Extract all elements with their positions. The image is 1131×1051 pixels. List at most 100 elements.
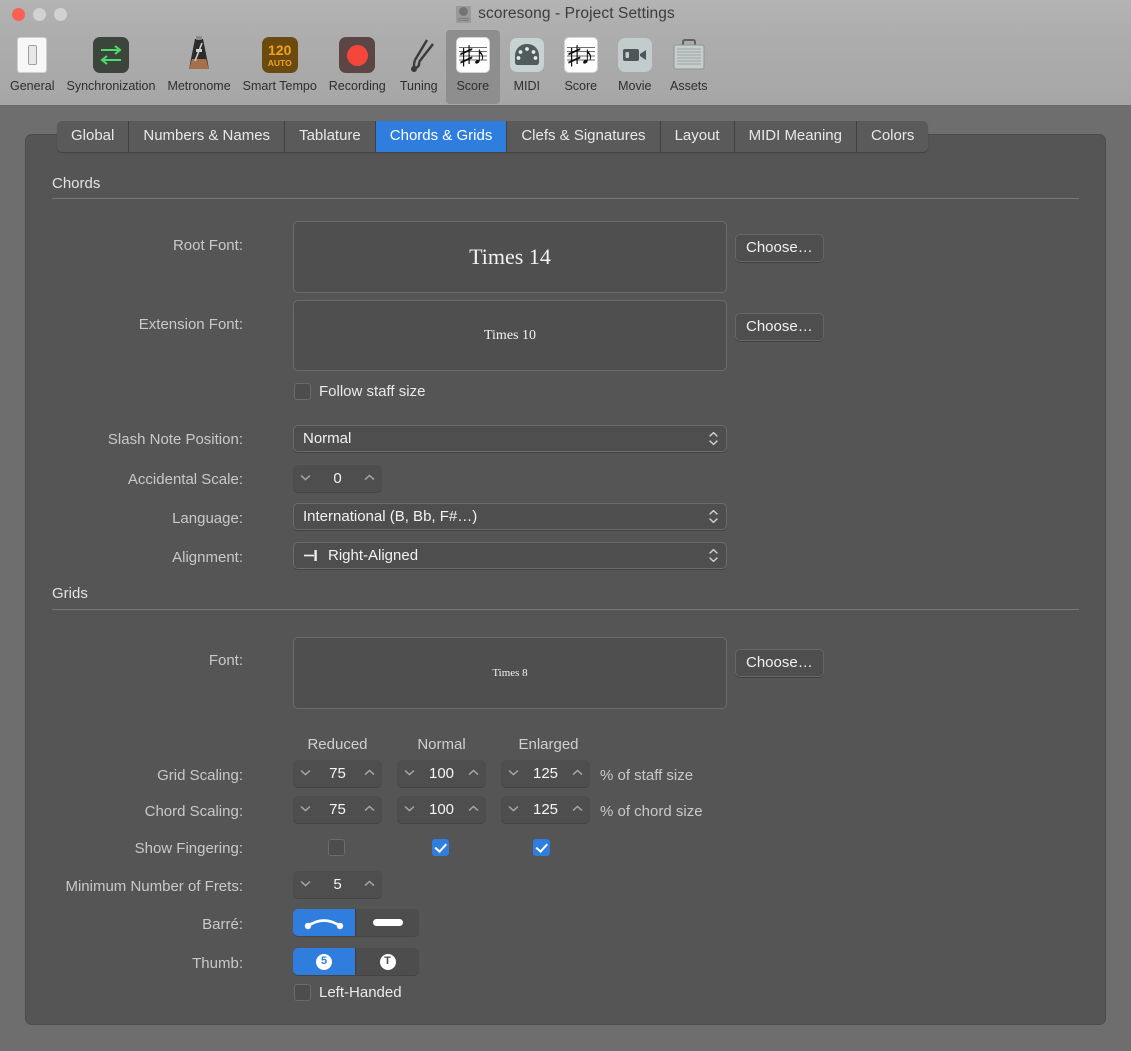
toolbar-item-smart-tempo[interactable]: 120 AUTO Smart Tempo xyxy=(237,30,323,104)
tempo-auto-label: AUTO xyxy=(267,57,292,68)
grid-scaling-unit: % of staff size xyxy=(600,767,694,784)
window-controls xyxy=(0,7,67,21)
toolbar-item-metronome[interactable]: Metronome xyxy=(161,30,236,104)
language-value: International (B, Bb, F#…) xyxy=(303,508,478,525)
chord-scaling-normal-stepper[interactable]: 100 xyxy=(397,796,486,823)
barre-curve-option[interactable] xyxy=(293,909,356,936)
minimum-frets-stepper[interactable]: 5 xyxy=(293,871,382,898)
extension-font-choose-button[interactable]: Choose… xyxy=(735,313,824,341)
toggle-switch-icon xyxy=(11,34,53,76)
toolbar-label: Tuning xyxy=(399,79,438,93)
stepper-down-icon[interactable] xyxy=(508,804,519,815)
toolbar-label: Recording xyxy=(328,79,386,93)
toolbar-item-score-selected[interactable]: ♯♪ Score xyxy=(445,30,500,104)
toolbar-item-midi[interactable]: MIDI xyxy=(500,30,554,104)
stepper-down-icon[interactable] xyxy=(508,768,519,779)
root-font-preview[interactable]: Times 14 xyxy=(293,221,727,293)
toolbar-label: Assets xyxy=(670,79,708,93)
stepper-up-icon[interactable] xyxy=(364,768,375,779)
accidental-scale-label: Accidental Scale: xyxy=(127,471,243,488)
show-fingering-label: Show Fingering: xyxy=(134,840,243,857)
right-align-icon xyxy=(303,549,320,562)
language-select[interactable]: International (B, Bb, F#…) xyxy=(293,503,727,530)
grid-font-preview[interactable]: Times 8 xyxy=(293,637,727,709)
toolbar-item-assets[interactable]: Assets xyxy=(662,30,716,104)
column-header-reduced: Reduced xyxy=(307,736,368,753)
language-label: Language: xyxy=(172,510,243,527)
minimize-window-button[interactable] xyxy=(33,7,46,21)
chord-scaling-enlarged-stepper[interactable]: 125 xyxy=(501,796,590,823)
tab-tablature[interactable]: Tablature xyxy=(285,121,376,152)
stepper-down-icon[interactable] xyxy=(300,768,311,779)
root-font-value: Times 14 xyxy=(469,244,551,269)
tab-chords-and-grids[interactable]: Chords & Grids xyxy=(375,121,508,152)
show-fingering-reduced-checkbox[interactable] xyxy=(328,839,345,856)
briefcase-icon xyxy=(668,34,710,76)
grid-scaling-enlarged-stepper[interactable]: 125 xyxy=(501,760,590,787)
tab-numbers-and-names[interactable]: Numbers & Names xyxy=(129,121,286,152)
stepper-up-icon[interactable] xyxy=(468,768,479,779)
toolbar-item-recording[interactable]: Recording xyxy=(323,30,392,104)
accidental-scale-stepper[interactable]: 0 xyxy=(293,465,382,492)
toolbar-item-general[interactable]: General xyxy=(4,30,60,104)
stepper-down-icon[interactable] xyxy=(300,879,311,890)
chords-and-grids-panel: Chords Root Font: Times 14 Choose… Exten… xyxy=(25,134,1106,1025)
chord-scaling-label: Chord Scaling: xyxy=(144,803,243,820)
toolbar-label: Movie xyxy=(618,79,652,93)
chord-scaling-reduced-stepper[interactable]: 75 xyxy=(293,796,382,823)
toolbar-label: General xyxy=(10,79,55,93)
alignment-select[interactable]: Right-Aligned xyxy=(293,542,727,569)
show-fingering-normal-checkbox[interactable] xyxy=(432,839,449,856)
toolbar-item-tuning[interactable]: Tuning xyxy=(392,30,446,104)
thumb-number-5-option[interactable]: 5 xyxy=(293,948,356,975)
alignment-label: Alignment: xyxy=(172,549,243,566)
stepper-down-icon[interactable] xyxy=(300,804,311,815)
stepper-up-icon[interactable] xyxy=(364,473,375,484)
extension-font-preview[interactable]: Times 10 xyxy=(293,300,727,371)
alignment-value: Right-Aligned xyxy=(328,547,419,564)
root-font-choose-button[interactable]: Choose… xyxy=(735,234,824,262)
toolbar-label: MIDI xyxy=(513,79,540,93)
stepper-up-icon[interactable] xyxy=(364,804,375,815)
grid-scaling-reduced-stepper[interactable]: 75 xyxy=(293,760,382,787)
thumb-letter-t-option[interactable]: T xyxy=(356,948,419,975)
follow-staff-size-checkbox[interactable] xyxy=(294,383,311,400)
close-window-button[interactable] xyxy=(12,7,25,21)
tab-midi-meaning[interactable]: MIDI Meaning xyxy=(734,121,857,152)
tab-global[interactable]: Global xyxy=(57,121,130,152)
grid-font-value: Times 8 xyxy=(492,667,528,679)
stepper-down-icon[interactable] xyxy=(404,804,415,815)
root-font-label: Root Font: xyxy=(172,237,243,254)
slash-note-position-label: Slash Note Position: xyxy=(107,431,243,448)
tab-colors[interactable]: Colors xyxy=(856,121,929,152)
grid-font-choose-button[interactable]: Choose… xyxy=(735,649,824,677)
chord-scaling-enlarged-value: 125 xyxy=(532,801,559,818)
toolbar-item-synchronization[interactable]: Synchronization xyxy=(60,30,161,104)
title-bar: scoresong - Project Settings xyxy=(0,0,1131,28)
follow-staff-size-label: Follow staff size xyxy=(319,383,426,400)
metronome-icon xyxy=(178,34,220,76)
window-title: scoresong - Project Settings xyxy=(478,5,675,22)
slash-note-position-select[interactable]: Normal xyxy=(293,425,727,452)
extension-font-value: Times 10 xyxy=(483,327,536,343)
choose-label: Choose… xyxy=(746,318,813,335)
tuning-fork-icon xyxy=(398,34,440,76)
show-fingering-enlarged-checkbox[interactable] xyxy=(533,839,550,856)
stepper-down-icon[interactable] xyxy=(300,473,311,484)
toolbar-item-movie[interactable]: Movie xyxy=(608,30,662,104)
chevron-updown-icon xyxy=(708,508,719,526)
barre-bar-option[interactable] xyxy=(356,909,419,936)
chevron-updown-icon xyxy=(708,547,719,565)
maximize-window-button[interactable] xyxy=(54,7,67,21)
tab-layout[interactable]: Layout xyxy=(660,121,735,152)
toolbar-label: Metronome xyxy=(167,79,231,93)
stepper-up-icon[interactable] xyxy=(468,804,479,815)
grid-scaling-normal-stepper[interactable]: 100 xyxy=(397,760,486,787)
tab-clefs-and-signatures[interactable]: Clefs & Signatures xyxy=(507,121,661,152)
left-handed-checkbox[interactable] xyxy=(294,984,311,1001)
stepper-up-icon[interactable] xyxy=(572,804,583,815)
toolbar-item-score[interactable]: ♯♪ Score xyxy=(554,30,608,104)
stepper-up-icon[interactable] xyxy=(364,879,375,890)
stepper-up-icon[interactable] xyxy=(572,768,583,779)
stepper-down-icon[interactable] xyxy=(404,768,415,779)
